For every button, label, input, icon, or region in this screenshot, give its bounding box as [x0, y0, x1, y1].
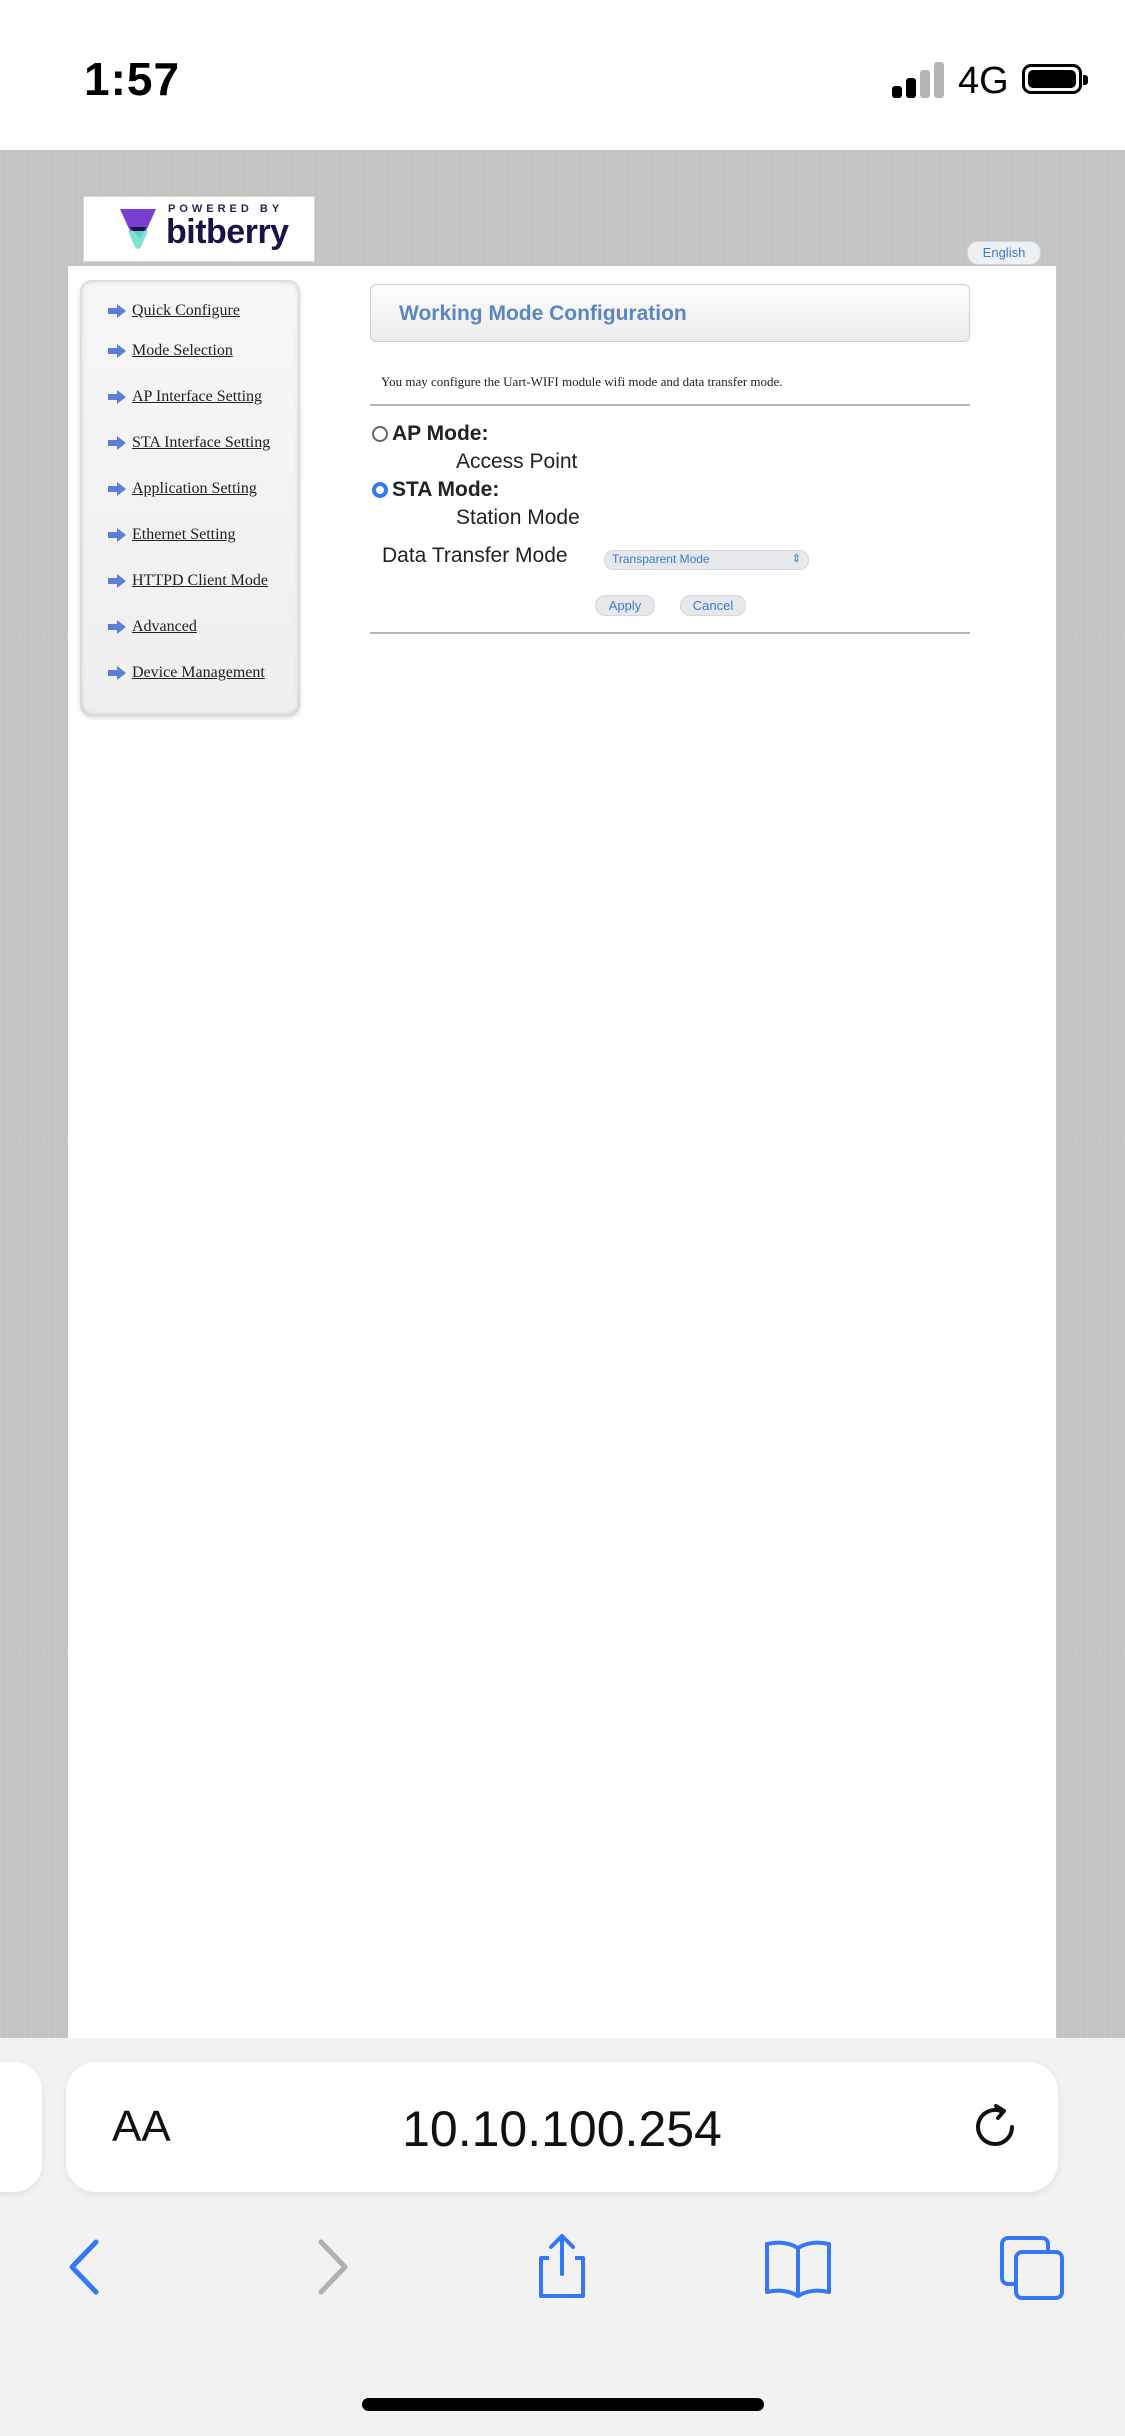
share-icon[interactable] [527, 2232, 597, 2302]
sidebar-item-label: Ethernet Setting [132, 526, 236, 543]
sta-mode-label: STA Mode: [392, 478, 500, 501]
arrow-right-icon [108, 344, 126, 358]
status-time: 1:57 [84, 53, 181, 105]
web-content: POWERED BY bitberry English Quick Config… [0, 150, 1125, 2038]
apply-button[interactable]: Apply [595, 595, 655, 616]
select-chevron-icon: ⇕ [791, 553, 801, 565]
section-header: Working Mode Configuration [370, 284, 970, 342]
language-button[interactable]: English [967, 241, 1041, 265]
arrow-right-icon [108, 390, 126, 404]
sidebar-item-advanced[interactable]: Advanced [108, 618, 197, 636]
sta-mode-description: Station Mode [456, 506, 580, 529]
home-indicator[interactable] [362, 2398, 764, 2411]
sidebar-item-device-management[interactable]: Device Management [108, 664, 265, 682]
divider [370, 404, 970, 406]
sidebar-item-application[interactable]: Application Setting [108, 480, 257, 498]
battery-icon [1022, 64, 1088, 94]
forward-icon[interactable] [295, 2232, 365, 2302]
reload-icon[interactable] [968, 2100, 1022, 2154]
sidebar-item-label: HTTPD Client Mode [132, 572, 268, 589]
data-transfer-mode-select[interactable]: Transparent Mode ⇕ [604, 550, 809, 570]
browser-toolbar: AA 10.10.100.254 [0, 2038, 1125, 2436]
arrow-right-icon [108, 528, 126, 542]
sidebar-menu: Quick Configure Mode Selection AP Interf… [80, 280, 300, 716]
tabs-icon[interactable] [998, 2232, 1068, 2302]
brand-name: bitberry [166, 213, 289, 251]
arrow-right-icon [108, 666, 126, 680]
arrow-right-icon [108, 436, 126, 450]
select-value: Transparent Mode [612, 552, 710, 566]
back-icon[interactable] [52, 2232, 122, 2302]
sidebar-item-label: Application Setting [132, 480, 257, 497]
sidebar-item-label: Advanced [132, 618, 197, 635]
cancel-button[interactable]: Cancel [680, 595, 746, 616]
ap-mode-description: Access Point [456, 450, 578, 473]
sidebar-item-label: AP Interface Setting [132, 388, 263, 405]
ap-mode-radio[interactable] [372, 426, 388, 442]
address-bar[interactable]: AA 10.10.100.254 [66, 2062, 1058, 2192]
cellular-signal-icon [892, 62, 944, 98]
status-bar: 1:57 4G [0, 0, 1125, 150]
network-type: 4G [958, 60, 1009, 102]
sidebar-item-httpd-client[interactable]: HTTPD Client Mode [108, 572, 268, 590]
ap-mode-option[interactable]: AP Mode: [372, 422, 488, 446]
sta-mode-option[interactable]: STA Mode: [372, 478, 499, 502]
bitberry-logo: POWERED BY bitberry [83, 196, 315, 262]
arrow-right-icon [108, 574, 126, 588]
arrow-right-icon [108, 304, 126, 318]
ap-mode-label: AP Mode: [392, 422, 489, 445]
arrow-right-icon [108, 620, 126, 634]
sidebar-item-label: Quick Configure [132, 302, 240, 319]
sidebar-item-label: Device Management [132, 664, 265, 681]
config-page: Quick Configure Mode Selection AP Interf… [68, 266, 1056, 2038]
bitberry-logo-icon [120, 209, 156, 249]
sidebar-item-quick-configure[interactable]: Quick Configure [108, 302, 240, 320]
divider [370, 632, 970, 634]
page-title: Working Mode Configuration [399, 302, 687, 325]
sidebar-item-mode-selection[interactable]: Mode Selection [108, 342, 233, 360]
sidebar-item-sta-interface[interactable]: STA Interface Setting [108, 434, 270, 452]
page-description: You may configure the Uart-WIFI module w… [381, 374, 783, 389]
sidebar-item-label: STA Interface Setting [132, 434, 271, 451]
previous-tab-preview[interactable] [0, 2062, 42, 2192]
sta-mode-radio[interactable] [372, 482, 388, 498]
sidebar-item-ethernet[interactable]: Ethernet Setting [108, 526, 236, 544]
url-text[interactable]: 10.10.100.254 [66, 2100, 1058, 2158]
arrow-right-icon [108, 482, 126, 496]
bookmarks-icon[interactable] [763, 2232, 833, 2302]
sidebar-item-ap-interface[interactable]: AP Interface Setting [108, 388, 262, 406]
sidebar-item-label: Mode Selection [132, 342, 233, 359]
data-transfer-mode-label: Data Transfer Mode [382, 544, 568, 567]
